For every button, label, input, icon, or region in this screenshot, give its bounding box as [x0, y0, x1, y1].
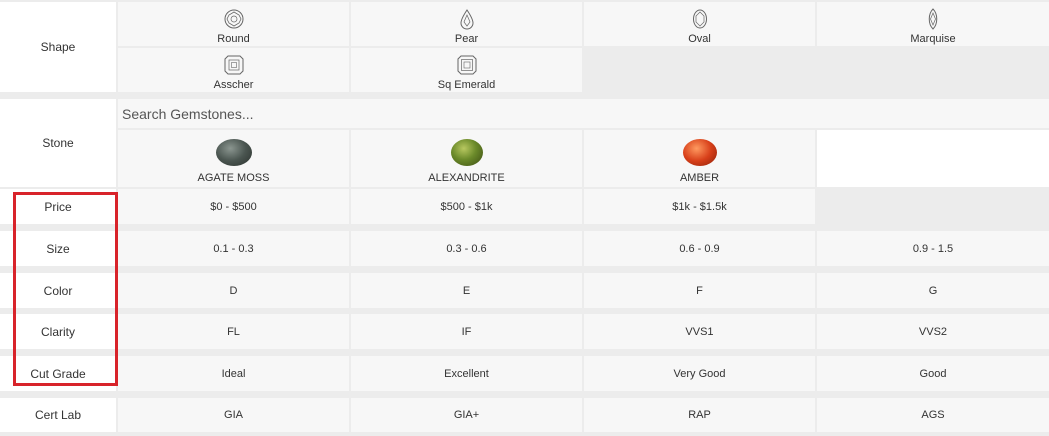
sq-emerald-diamond-icon: [457, 55, 476, 74]
empty-cell: [817, 48, 1049, 92]
shape-option-label: Marquise: [910, 32, 956, 45]
shape-option-asscher[interactable]: Asscher: [118, 48, 349, 92]
color-option[interactable]: E: [351, 273, 582, 308]
price-filter-row: Price $0 - $500 $500 - $1k $1k - $1.5k: [0, 189, 1049, 224]
cut-grade-option[interactable]: Good: [817, 356, 1049, 391]
stone-filter-row: Stone AGATE MOSS ALEXANDRITE AMBER: [0, 99, 1049, 187]
clarity-option[interactable]: VVS1: [584, 314, 815, 349]
cert-lab-option[interactable]: AGS: [817, 398, 1049, 432]
shape-option-label: Sq Emerald: [437, 78, 496, 91]
marquise-diamond-icon: [928, 7, 938, 30]
empty-cell: [817, 130, 1049, 187]
size-option[interactable]: 0.6 - 0.9: [584, 231, 815, 266]
price-label: Price: [0, 189, 116, 224]
stone-label: Stone: [0, 99, 116, 187]
shape-option-label: Round: [217, 32, 250, 45]
shape-option-label: Pear: [454, 32, 479, 45]
cut-grade-label: Cut Grade: [0, 356, 116, 391]
cert-lab-option[interactable]: GIA+: [351, 398, 582, 432]
gemstone-search-input[interactable]: [122, 105, 1049, 122]
color-label: Color: [0, 273, 116, 308]
cert-lab-label: Cert Lab: [0, 398, 116, 432]
pear-diamond-icon: [459, 8, 474, 29]
stone-option-alexandrite[interactable]: ALEXANDRITE: [351, 130, 582, 187]
price-option[interactable]: $0 - $500: [118, 189, 349, 224]
shape-option-pear[interactable]: Pear: [351, 2, 582, 46]
cert-lab-filter-row: Cert Lab GIA GIA+ RAP AGS: [0, 398, 1049, 432]
shape-option-label: Oval: [688, 32, 711, 45]
stone-search-bar: [118, 99, 1049, 128]
clarity-option[interactable]: FL: [118, 314, 349, 349]
empty-cell: [584, 48, 815, 92]
cut-grade-filter-row: Cut Grade Ideal Excellent Very Good Good: [0, 356, 1049, 391]
stone-option-label: AMBER: [679, 172, 720, 184]
size-option[interactable]: 0.3 - 0.6: [351, 231, 582, 266]
stone-option-label: ALEXANDRITE: [428, 172, 505, 184]
oval-diamond-icon: [692, 9, 707, 28]
stone-option-amber[interactable]: AMBER: [584, 130, 815, 187]
size-option[interactable]: 0.1 - 0.3: [118, 231, 349, 266]
cut-grade-option[interactable]: Very Good: [584, 356, 815, 391]
clarity-option[interactable]: VVS2: [817, 314, 1049, 349]
shape-option-marquise[interactable]: Marquise: [817, 2, 1049, 46]
asscher-diamond-icon: [224, 55, 243, 74]
agate-moss-image: [215, 139, 252, 166]
price-option[interactable]: $1k - $1.5k: [584, 189, 815, 224]
stone-option-label: AGATE MOSS: [197, 172, 270, 184]
cert-lab-option[interactable]: GIA: [118, 398, 349, 432]
shape-filter-row: Shape Round Pear Oval Marquise Asscher S…: [0, 2, 1049, 92]
amber-image: [682, 139, 717, 166]
price-option[interactable]: $500 - $1k: [351, 189, 582, 224]
color-option[interactable]: D: [118, 273, 349, 308]
color-option[interactable]: G: [817, 273, 1049, 308]
size-filter-row: Size 0.1 - 0.3 0.3 - 0.6 0.6 - 0.9 0.9 -…: [0, 231, 1049, 266]
shape-option-sq-emerald[interactable]: Sq Emerald: [351, 48, 582, 92]
cut-grade-option[interactable]: Ideal: [118, 356, 349, 391]
shape-option-round[interactable]: Round: [118, 2, 349, 46]
round-diamond-icon: [224, 9, 243, 28]
size-option[interactable]: 0.9 - 1.5: [817, 231, 1049, 266]
clarity-label: Clarity: [0, 314, 116, 349]
clarity-filter-row: Clarity FL IF VVS1 VVS2: [0, 314, 1049, 349]
clarity-option[interactable]: IF: [351, 314, 582, 349]
cut-grade-option[interactable]: Excellent: [351, 356, 582, 391]
color-option[interactable]: F: [584, 273, 815, 308]
shape-option-label: Asscher: [213, 78, 254, 91]
size-label: Size: [0, 231, 116, 266]
shape-label: Shape: [0, 2, 116, 92]
empty-cell: [817, 189, 1049, 224]
shape-option-oval[interactable]: Oval: [584, 2, 815, 46]
color-filter-row: Color D E F G: [0, 273, 1049, 308]
cert-lab-option[interactable]: RAP: [584, 398, 815, 432]
stone-option-agate-moss[interactable]: AGATE MOSS: [118, 130, 349, 187]
alexandrite-image: [450, 139, 483, 166]
